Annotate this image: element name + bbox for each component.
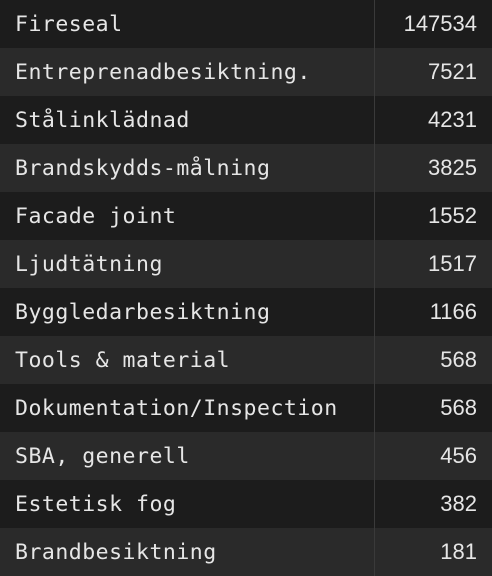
- table-row[interactable]: Estetisk fog 382: [0, 480, 492, 528]
- row-name-cell: Brandbesiktning: [0, 528, 375, 576]
- table-row[interactable]: Stålinklädnad 4231: [0, 96, 492, 144]
- row-count-cell: 568: [440, 347, 477, 372]
- row-count-cell: 7521: [428, 59, 477, 84]
- table-row[interactable]: Byggledarbesiktning 1166: [0, 288, 492, 336]
- row-name-cell: Tools & material: [0, 336, 375, 384]
- row-name-cell: Byggledarbesiktning: [0, 288, 375, 336]
- row-count-cell: 1517: [428, 251, 477, 276]
- row-count-cell: 4231: [428, 107, 477, 132]
- table-row[interactable]: Fireseal 147534: [0, 0, 492, 48]
- table-row[interactable]: Entreprenadbesiktning. 7521: [0, 48, 492, 96]
- row-count-cell: 147534: [403, 11, 477, 36]
- row-name-cell: Ljudtätning: [0, 240, 375, 288]
- row-count-cell: 181: [440, 539, 477, 564]
- row-name-cell: Entreprenadbesiktning.: [0, 48, 375, 96]
- table-row[interactable]: Tools & material 568: [0, 336, 492, 384]
- table-row[interactable]: Facade joint 1552: [0, 192, 492, 240]
- table-row[interactable]: SBA, generell 456: [0, 432, 492, 480]
- row-name-cell: Facade joint: [0, 192, 375, 240]
- row-name-cell: Fireseal: [0, 0, 375, 48]
- table-row[interactable]: Dokumentation/Inspection 568: [0, 384, 492, 432]
- row-count-cell: 1166: [429, 299, 477, 324]
- table-row[interactable]: Ljudtätning 1517: [0, 240, 492, 288]
- row-count-cell: 456: [440, 443, 477, 468]
- table-row[interactable]: Brandbesiktning 181: [0, 528, 492, 576]
- row-name-cell: Estetisk fog: [0, 480, 375, 528]
- row-name-cell: Stålinklädnad: [0, 96, 375, 144]
- row-count-cell: 1552: [428, 203, 477, 228]
- results-table: Fireseal 147534 Entreprenadbesiktning. 7…: [0, 0, 492, 576]
- row-name-cell: SBA, generell: [0, 432, 375, 480]
- row-count-cell: 568: [440, 395, 477, 420]
- row-name-cell: Dokumentation/Inspection: [0, 384, 375, 432]
- row-count-cell: 382: [440, 491, 477, 516]
- row-count-cell: 3825: [428, 155, 477, 180]
- row-name-cell: Brandskydds-målning: [0, 144, 375, 192]
- table-row[interactable]: Brandskydds-målning 3825: [0, 144, 492, 192]
